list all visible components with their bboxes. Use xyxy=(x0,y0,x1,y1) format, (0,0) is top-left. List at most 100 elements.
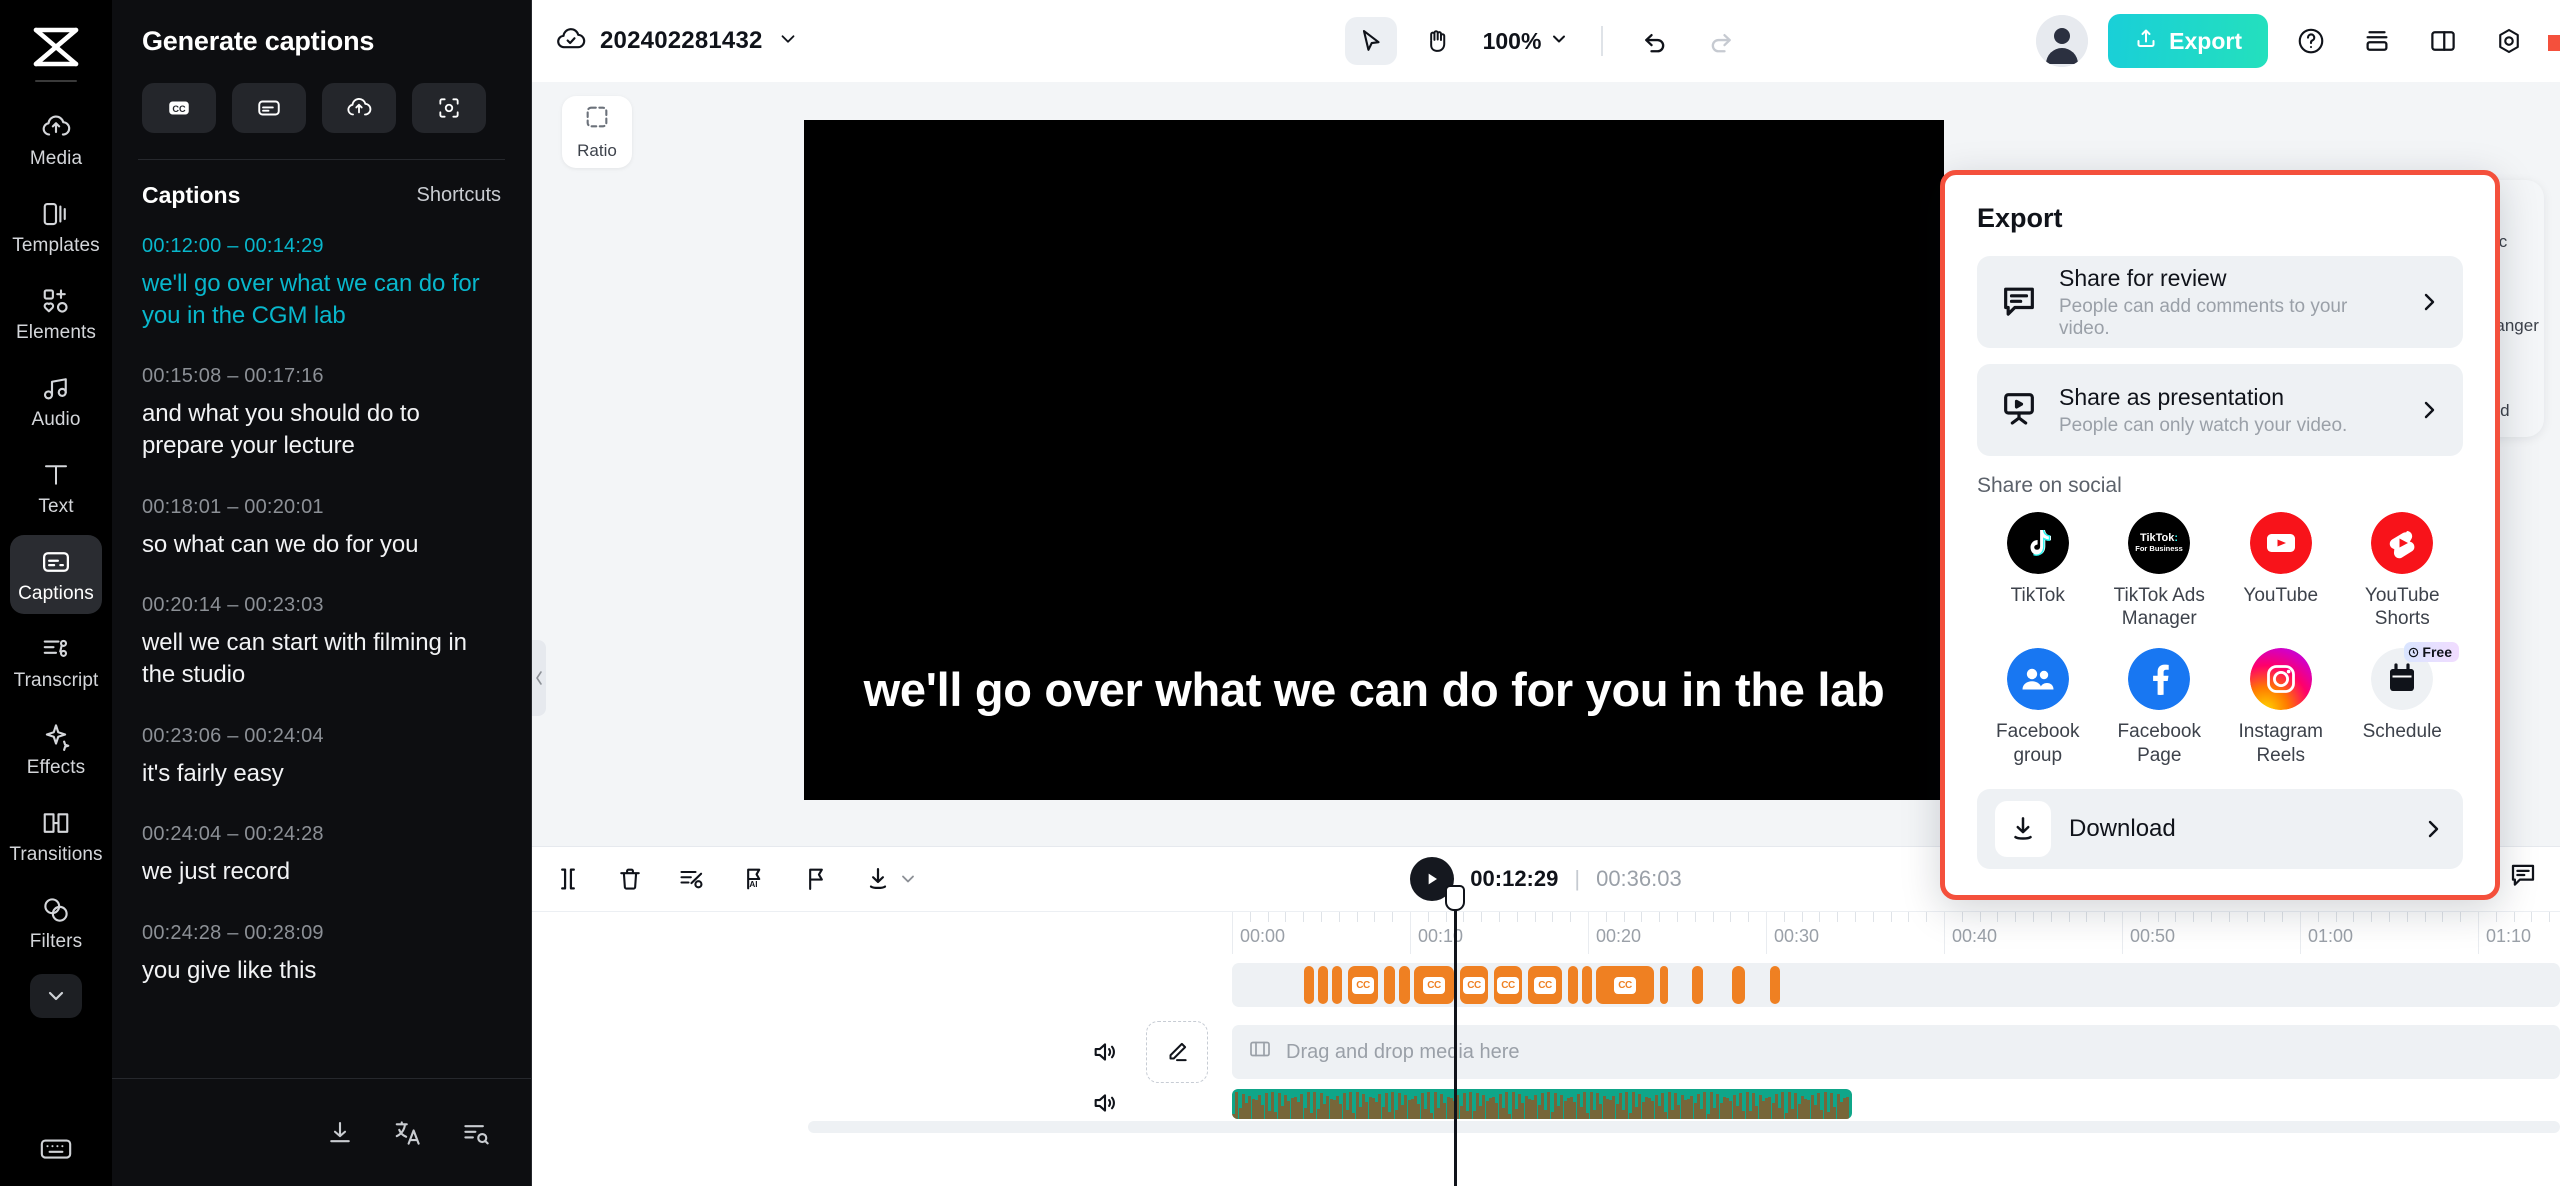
caption-list-item[interactable]: 00:18:01 – 00:20:01so what can we do for… xyxy=(142,496,501,561)
layers-icon[interactable] xyxy=(2354,18,2400,64)
comment-icon[interactable] xyxy=(2508,859,2538,894)
sidebar-item-effects[interactable]: Effects xyxy=(10,709,102,788)
social-share-youtube-shorts[interactable]: YouTube Shorts xyxy=(2342,512,2464,630)
sidebar-item-transcript[interactable]: Transcript xyxy=(10,622,102,701)
social-share-calendar[interactable]: FreeSchedule xyxy=(2342,648,2464,766)
download-icon[interactable] xyxy=(325,1118,355,1148)
caption-list-item[interactable]: 00:20:14 – 00:23:03well we can start wit… xyxy=(142,594,501,690)
timeline-download-icon[interactable] xyxy=(864,865,918,893)
sidebar-item-captions[interactable]: Captions xyxy=(10,535,102,614)
shortcuts-link[interactable]: Shortcuts xyxy=(417,184,501,207)
playhead-knob[interactable] xyxy=(1445,885,1465,911)
delete-trash-icon[interactable] xyxy=(616,865,644,893)
playhead[interactable] xyxy=(1454,905,1457,1186)
cloud-upload-icon[interactable] xyxy=(322,83,396,133)
ruler-tick-minor xyxy=(2531,912,2532,922)
social-share-tiktok-ads[interactable]: TikTok:For BusinessTikTok Ads Manager xyxy=(2099,512,2221,630)
media-dropzone[interactable]: Drag and drop media here xyxy=(1232,1025,2560,1079)
cc-icon: CC xyxy=(1497,977,1519,994)
avatar[interactable] xyxy=(2036,15,2088,67)
speaker-icon[interactable] xyxy=(1078,1038,1132,1066)
audio-clip[interactable] xyxy=(1232,1089,1852,1119)
caption-list-item[interactable]: 00:24:04 – 00:24:28we just record xyxy=(142,823,501,888)
ai-flag-icon[interactable]: AI xyxy=(740,865,768,893)
caption-clip[interactable] xyxy=(1318,966,1328,1004)
sidebar-item-label: Text xyxy=(38,496,73,518)
flag-icon[interactable] xyxy=(802,865,830,893)
sidebar-item-text[interactable]: Text xyxy=(10,448,102,527)
caption-list-item[interactable]: 00:12:00 – 00:14:29we'll go over what we… xyxy=(142,235,501,331)
subtitle-box-icon[interactable] xyxy=(232,83,306,133)
social-share-facebook[interactable]: Facebook Page xyxy=(2099,648,2221,766)
keyboard-shortcuts-button[interactable] xyxy=(0,1132,112,1166)
sidebar-item-elements[interactable]: Elements xyxy=(10,274,102,353)
caption-clip[interactable]: CC xyxy=(1528,966,1562,1004)
download-row[interactable]: Download xyxy=(1977,789,2463,869)
caption-clip[interactable] xyxy=(1384,966,1395,1004)
caption-clip[interactable] xyxy=(1332,966,1342,1004)
sidebar-item-media[interactable]: Media xyxy=(10,100,102,179)
caption-clip[interactable] xyxy=(1582,966,1592,1004)
caption-clip[interactable] xyxy=(1304,966,1314,1004)
sidebar-item-templates[interactable]: Templates xyxy=(10,187,102,266)
captions-list[interactable]: 00:12:00 – 00:14:29we'll go over what we… xyxy=(112,209,531,1078)
hand-icon[interactable] xyxy=(1411,17,1463,65)
social-share-tiktok[interactable]: TikTok xyxy=(1977,512,2099,630)
caption-clip[interactable] xyxy=(1660,966,1668,1004)
cc-icon[interactable]: CC xyxy=(142,83,216,133)
zoom-level-select[interactable]: 100% xyxy=(1477,28,1576,55)
social-share-instagram[interactable]: Instagram Reels xyxy=(2220,648,2342,766)
caption-clip[interactable]: CC xyxy=(1460,966,1488,1004)
video-preview[interactable]: we'll go over what we can do for you in … xyxy=(804,120,1944,800)
cc-icon: CC xyxy=(1463,977,1485,994)
social-share-youtube[interactable]: YouTube xyxy=(2220,512,2342,630)
share-for-review-row[interactable]: Share for review People can add comments… xyxy=(1977,256,2463,348)
caption-clip[interactable] xyxy=(1692,966,1703,1004)
caption-list-item[interactable]: 00:24:28 – 00:28:09you give like this xyxy=(142,922,501,987)
caption-clip[interactable] xyxy=(1732,966,1745,1004)
share-as-presentation-row[interactable]: Share as presentation People can only wa… xyxy=(1977,364,2463,456)
translate-icon[interactable] xyxy=(393,1118,423,1148)
pencil-edit-icon[interactable] xyxy=(1146,1021,1208,1083)
sidebar-item-transitions[interactable]: Transitions xyxy=(10,796,102,875)
ruler-label: 00:30 xyxy=(1766,926,1819,947)
caption-clip[interactable]: CC xyxy=(1596,966,1654,1004)
caption-list-item[interactable]: 00:15:08 – 00:17:16and what you should d… xyxy=(142,365,501,461)
timeline-scrollbar[interactable] xyxy=(808,1121,2560,1133)
export-button[interactable]: Export xyxy=(2108,14,2268,68)
split-panel-icon[interactable] xyxy=(2420,18,2466,64)
settings-gear-icon[interactable] xyxy=(2486,18,2532,64)
free-badge-label: Free xyxy=(2422,644,2452,660)
timeline-ruler[interactable]: 00:0000:1000:2000:3000:4000:5001:0001:10… xyxy=(532,911,2560,953)
caption-clip[interactable]: CC xyxy=(1414,966,1454,1004)
capcut-logo[interactable] xyxy=(28,22,84,72)
undo-icon[interactable] xyxy=(1629,17,1681,65)
split-icon[interactable] xyxy=(554,865,582,893)
cursor-arrow-icon[interactable] xyxy=(1345,17,1397,65)
caption-track[interactable]: CC CC CC CC CC CC xyxy=(532,953,2560,1015)
ratio-button[interactable]: Ratio xyxy=(562,96,632,168)
ruler-tick-minor xyxy=(1517,912,1518,922)
sidebar-item-filters[interactable]: Filters xyxy=(10,883,102,962)
caption-list-item[interactable]: 00:23:06 – 00:24:04it's fairly easy xyxy=(142,725,501,790)
caption-clip[interactable] xyxy=(1770,966,1780,1004)
row-title: Share for review xyxy=(2059,265,2397,292)
caption-clip[interactable] xyxy=(1399,966,1410,1004)
project-name-button[interactable]: 202402281432 xyxy=(556,24,799,59)
cloud-upload-icon xyxy=(41,111,71,143)
ruler-tick-minor xyxy=(2069,912,2070,922)
chevron-down-icon[interactable] xyxy=(777,28,799,55)
caption-clip[interactable]: CC xyxy=(1348,966,1378,1004)
sidebar-item-audio[interactable]: Audio xyxy=(10,361,102,440)
caption-clip[interactable] xyxy=(1568,966,1578,1004)
social-share-facebook-group[interactable]: Facebook group xyxy=(1977,648,2099,766)
caption-timecode: 00:23:06 – 00:24:04 xyxy=(142,725,501,748)
cut-scissors-icon[interactable] xyxy=(678,865,706,893)
help-circle-icon[interactable] xyxy=(2288,18,2334,64)
auto-caption-icon[interactable] xyxy=(412,83,486,133)
search-list-icon[interactable] xyxy=(461,1118,491,1148)
caption-clip[interactable]: CC xyxy=(1494,966,1522,1004)
panel-collapse-handle[interactable] xyxy=(532,640,546,716)
chevron-down-icon[interactable] xyxy=(30,974,82,1018)
speaker-icon[interactable] xyxy=(1078,1089,1132,1117)
